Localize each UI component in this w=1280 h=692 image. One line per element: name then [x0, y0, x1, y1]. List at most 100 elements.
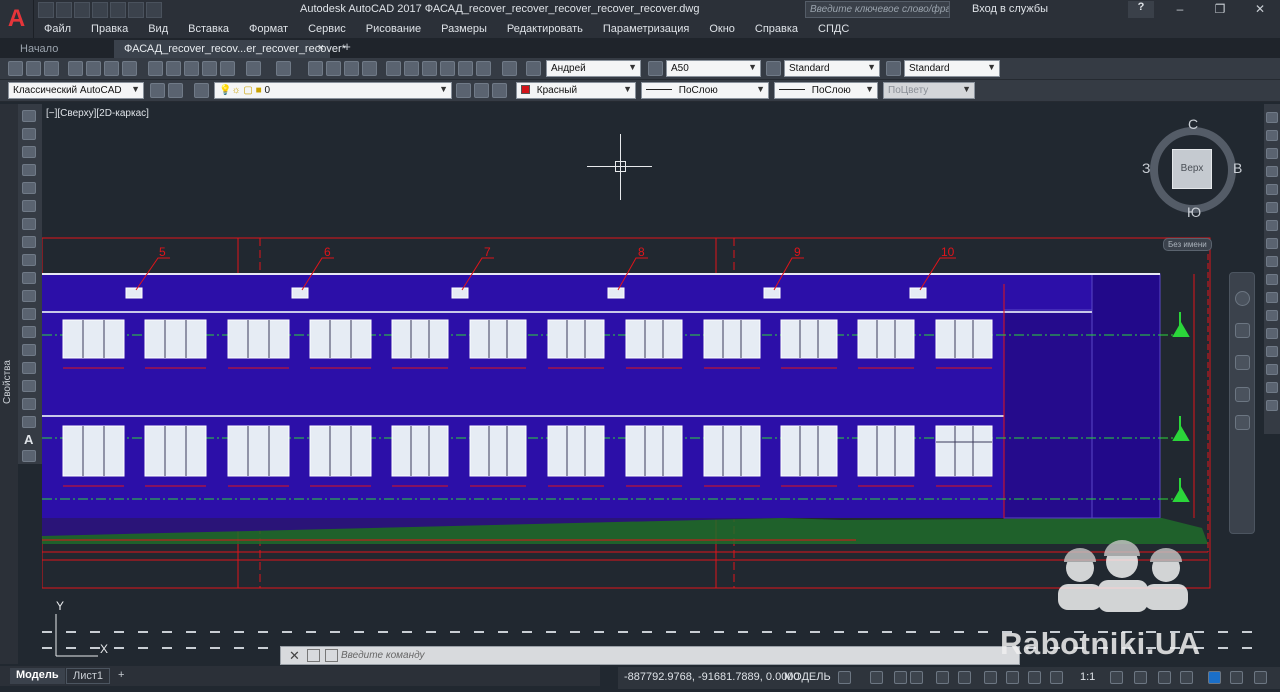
preview-icon[interactable] — [86, 61, 101, 76]
auto-scale-icon[interactable] — [1050, 671, 1063, 684]
line-icon[interactable] — [22, 110, 36, 122]
undo-tool-icon[interactable] — [246, 61, 261, 76]
isodraft-icon[interactable] — [936, 671, 949, 684]
paste-special-icon[interactable] — [202, 61, 217, 76]
compass-north[interactable]: С — [1188, 116, 1198, 132]
break-icon[interactable] — [1266, 310, 1278, 321]
color-select[interactable]: Красный ▼ — [516, 82, 636, 99]
hatch-icon[interactable] — [22, 362, 36, 374]
snap-icon[interactable] — [870, 671, 883, 684]
insert-block-icon[interactable] — [22, 308, 36, 320]
linetype-select[interactable]: ПоСлою ▼ — [641, 82, 769, 99]
new-icon[interactable] — [38, 2, 54, 18]
help-search-input[interactable]: Введите ключевое слово/фразу — [805, 1, 950, 18]
menu-help[interactable]: Справка — [745, 23, 808, 35]
layer-previous-icon[interactable] — [474, 83, 489, 98]
paste-icon[interactable] — [184, 61, 199, 76]
menu-file[interactable]: Файл — [34, 23, 81, 35]
plot-icon[interactable] — [110, 2, 126, 18]
signin-button[interactable]: Вход в службы — [972, 3, 1048, 15]
tab-drawing[interactable]: ФАСАД_recover_recov...er_recover_recover… — [114, 40, 346, 58]
zoom-realtime-icon[interactable] — [326, 61, 341, 76]
menu-modify[interactable]: Редактировать — [497, 23, 593, 35]
move-icon[interactable] — [1266, 202, 1278, 213]
quickcalc-icon[interactable] — [476, 61, 491, 76]
open-file-icon[interactable] — [26, 61, 41, 76]
annotation-scale[interactable]: 1:1 — [1080, 671, 1095, 683]
copy-object-icon[interactable] — [1266, 130, 1278, 141]
viewcube-top-face[interactable]: Верх — [1172, 149, 1212, 189]
new-tab-button[interactable]: + — [340, 40, 354, 55]
mtext-icon[interactable]: A — [24, 432, 33, 447]
spline-icon[interactable] — [22, 254, 36, 266]
ellipse-arc-icon[interactable] — [22, 290, 36, 302]
stretch-icon[interactable] — [1266, 256, 1278, 267]
clean-screen-icon[interactable] — [1254, 671, 1267, 684]
xline-icon[interactable] — [22, 128, 36, 140]
join-icon[interactable] — [1266, 328, 1278, 339]
extend-icon[interactable] — [1266, 292, 1278, 303]
tab-model[interactable]: Модель — [10, 668, 65, 684]
point-icon[interactable] — [22, 344, 36, 356]
menu-parametric[interactable]: Параметризация — [593, 23, 699, 35]
tab-close-icon[interactable]: × — [318, 42, 324, 54]
lineweight-select[interactable]: ПоСлою ▼ — [774, 82, 878, 99]
orbit-icon[interactable] — [1235, 387, 1250, 402]
explode-icon[interactable] — [1266, 400, 1278, 411]
properties-icon[interactable] — [386, 61, 401, 76]
rotate-icon[interactable] — [1266, 220, 1278, 231]
add-icon[interactable] — [1134, 671, 1147, 684]
erase-icon[interactable] — [1266, 112, 1278, 123]
tab-start[interactable]: Начало — [10, 40, 110, 58]
compass-east[interactable]: В — [1233, 160, 1242, 176]
scale-icon[interactable] — [1266, 238, 1278, 249]
viewcube[interactable]: Верх С Ю В З — [1142, 116, 1242, 220]
annotation-visibility-icon[interactable] — [1028, 671, 1041, 684]
mleader-style-select[interactable]: Standard ▼ — [904, 60, 1000, 77]
add-selected-icon[interactable] — [22, 450, 36, 462]
redo-icon[interactable] — [146, 2, 162, 18]
open-icon[interactable] — [56, 2, 72, 18]
save-file-icon[interactable] — [44, 61, 59, 76]
text-style-icon[interactable] — [526, 61, 541, 76]
minimize-icon[interactable]: – — [1160, 0, 1200, 20]
circle-icon[interactable] — [22, 218, 36, 230]
polygon-icon[interactable] — [22, 164, 36, 176]
zoom-extents-icon[interactable] — [1235, 355, 1250, 370]
cut-icon[interactable] — [148, 61, 163, 76]
menu-draw[interactable]: Рисование — [356, 23, 431, 35]
ucs-menu[interactable]: Без имени — [1163, 238, 1212, 251]
region-icon[interactable] — [22, 398, 36, 410]
copy-icon[interactable] — [166, 61, 181, 76]
polyline-icon[interactable] — [22, 146, 36, 158]
zoom-window-icon[interactable] — [344, 61, 359, 76]
showmotion-icon[interactable] — [1235, 415, 1250, 430]
arc-icon[interactable] — [22, 200, 36, 212]
menu-view[interactable]: Вид — [138, 23, 178, 35]
model-space-toggle[interactable]: МОДЕЛЬ — [784, 671, 831, 683]
compass-west[interactable]: З — [1142, 160, 1150, 176]
match-properties-icon[interactable] — [220, 61, 235, 76]
polar-icon[interactable] — [910, 671, 923, 684]
workspace-switch-icon[interactable] — [1110, 671, 1123, 684]
drawing-viewport[interactable]: [−][Сверху][2D-каркас] 5 6 7 8 9 10 Y X … — [42, 104, 1264, 664]
units-icon[interactable] — [1158, 671, 1171, 684]
mirror-icon[interactable] — [1266, 148, 1278, 159]
ortho-icon[interactable] — [894, 671, 907, 684]
help-tool-icon[interactable] — [502, 61, 517, 76]
ellipse-icon[interactable] — [22, 272, 36, 284]
mleader-style-icon[interactable] — [886, 61, 901, 76]
zoom-previous-icon[interactable] — [362, 61, 377, 76]
markup-icon[interactable] — [458, 61, 473, 76]
qnew-icon[interactable] — [8, 61, 23, 76]
command-close-icon[interactable]: ✕ — [289, 648, 300, 664]
workspace-settings-icon[interactable] — [150, 83, 165, 98]
menu-insert[interactable]: Вставка — [178, 23, 239, 35]
publish-icon[interactable] — [104, 61, 119, 76]
table-style-icon[interactable] — [766, 61, 781, 76]
design-center-icon[interactable] — [404, 61, 419, 76]
print-icon[interactable] — [68, 61, 83, 76]
layer-iso-icon[interactable] — [492, 83, 507, 98]
dim-style-icon[interactable] — [648, 61, 663, 76]
trim-icon[interactable] — [1266, 274, 1278, 285]
